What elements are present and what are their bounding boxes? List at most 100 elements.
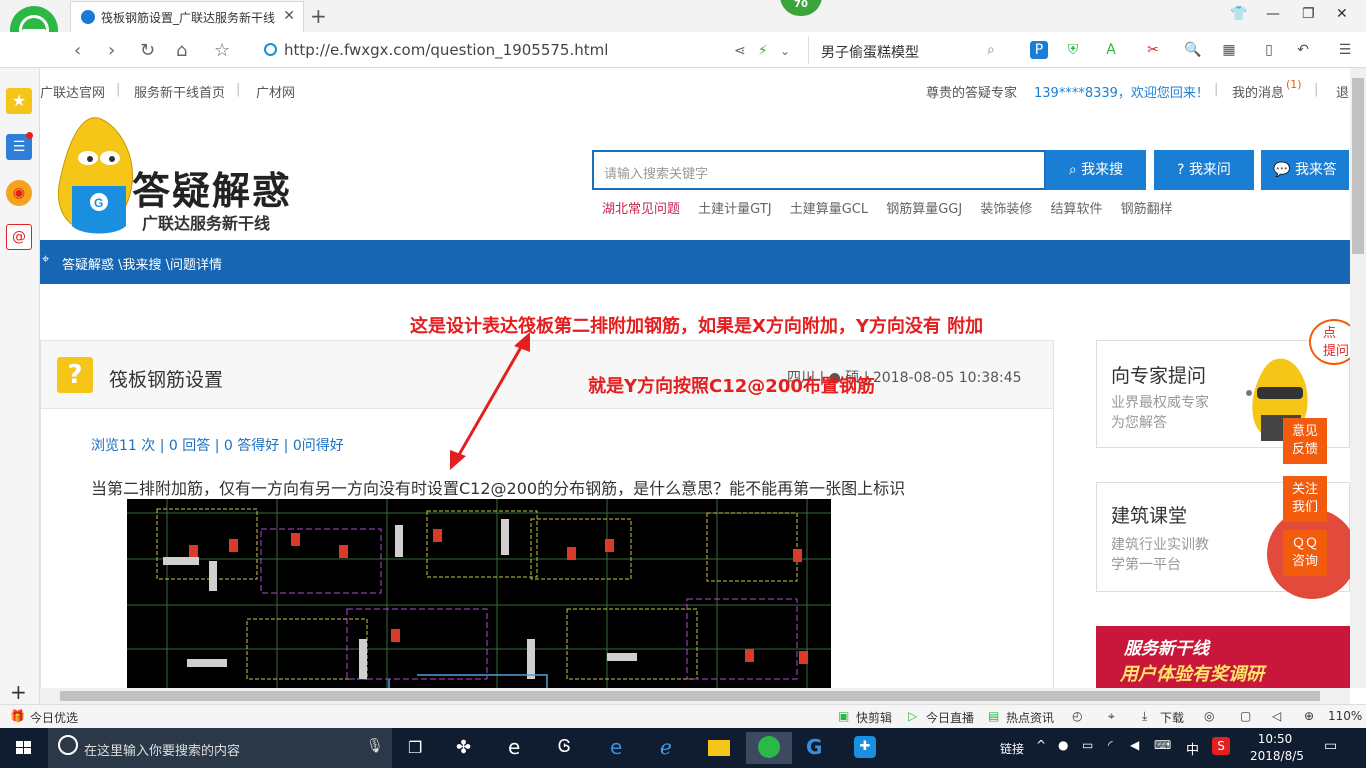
tab-active[interactable]: 筏板钢筋设置_广联达服务新干线 ✕ <box>70 1 304 32</box>
chevron-down-icon[interactable]: ⌄ <box>780 44 790 58</box>
status-item-download[interactable]: 下载 <box>1160 709 1184 726</box>
close-window-icon[interactable]: ✕ <box>1336 6 1348 22</box>
hot-link[interactable]: 钢筋翻样 <box>1121 202 1173 217</box>
apps-grid-icon[interactable]: ▦ <box>1220 41 1238 59</box>
site-logo[interactable]: G 答疑解惑 广联达服务新干线 <box>48 114 298 236</box>
tray-chevron-icon[interactable]: ^ <box>1036 738 1046 752</box>
hot-link[interactable]: 装饰装修 <box>980 202 1032 217</box>
link-material-net[interactable]: 广材网 <box>256 82 295 101</box>
window-icon[interactable]: ▢ <box>1240 709 1251 723</box>
back-icon[interactable]: ‹ <box>74 40 81 61</box>
zoom-icon[interactable]: ⊕ <box>1304 709 1314 723</box>
zoom-level[interactable]: 110% <box>1328 709 1362 723</box>
cleanup-icon[interactable]: ◎ <box>1204 709 1214 723</box>
logout-link[interactable]: 退 <box>1336 82 1349 101</box>
refresh-icon[interactable]: ↻ <box>140 40 155 61</box>
mail-icon[interactable]: @ <box>6 224 32 250</box>
cad-drawing-image[interactable] <box>127 499 831 688</box>
menu-icon[interactable]: ☰ <box>1336 41 1354 59</box>
forward-icon[interactable]: › <box>108 40 115 61</box>
speed-icon[interactable]: ◴ <box>1072 709 1082 723</box>
scissors-icon[interactable]: ✂ <box>1144 41 1162 59</box>
sidebar-add-icon[interactable]: + <box>10 680 27 704</box>
taskbar-clock[interactable]: 10:50 2018/8/5 <box>1250 731 1304 765</box>
g-app-icon[interactable]: G <box>796 732 836 764</box>
search-button[interactable]: ⌕ 我来搜 <box>1046 150 1146 190</box>
internet-explorer-icon[interactable]: ℯ <box>650 732 690 764</box>
qq-consult-button[interactable]: ＱＱ 咨询 <box>1283 530 1327 576</box>
link-service-home[interactable]: 服务新干线首页 <box>134 82 225 101</box>
shield-icon[interactable]: ⛨ <box>1064 41 1082 59</box>
keyboard-icon[interactable]: ⌨ <box>1154 738 1171 752</box>
new-tab-icon[interactable]: + <box>310 4 327 28</box>
share-icon[interactable]: ⋖ <box>734 43 746 59</box>
survey-banner[interactable]: 服务新干线 用户体验有奖调研 <box>1096 626 1350 688</box>
task-view-icon[interactable]: ❐ <box>396 732 436 764</box>
windows-taskbar: 在这里输入你要搜索的内容 🎙 ❐ ✤ e Ꮆ e ℯ G ✚ 链接 ^ ● ▭ … <box>0 728 1366 768</box>
vertical-scroll-thumb[interactable] <box>1352 78 1364 254</box>
start-button[interactable] <box>0 728 48 768</box>
status-item-news[interactable]: 热点资讯 <box>1006 709 1054 726</box>
hot-link[interactable]: 钢筋算量GGJ <box>886 202 962 217</box>
hot-link[interactable]: 湖北常见问题 <box>602 202 680 217</box>
home-icon[interactable]: ⌂ <box>176 40 187 61</box>
horizontal-scroll-thumb[interactable] <box>60 691 1320 701</box>
hot-link[interactable]: 土建计量GTJ <box>698 202 771 217</box>
plus-app-icon[interactable]: ✚ <box>846 732 886 764</box>
hot-link[interactable]: 土建算量GCL <box>790 202 868 217</box>
follow-us-button[interactable]: 关注 我们 <box>1283 476 1327 522</box>
taskbar-search-box[interactable]: 在这里输入你要搜索的内容 🎙 <box>48 728 392 768</box>
favorite-star-icon[interactable]: ☆ <box>214 40 230 61</box>
edge-icon[interactable]: e <box>600 732 640 764</box>
battery-icon[interactable]: ▭ <box>1082 738 1093 752</box>
spiral-app-icon[interactable]: Ꮆ <box>548 732 588 764</box>
restore-icon[interactable]: ❐ <box>1302 6 1315 22</box>
answer-button[interactable]: 💬 我来答 <box>1261 150 1349 190</box>
ie-e-icon[interactable]: e <box>498 732 538 764</box>
minimize-icon[interactable]: — <box>1266 6 1280 22</box>
weibo-icon[interactable]: ◉ <box>6 180 32 206</box>
score-badge[interactable]: 70 <box>780 0 822 16</box>
volume-icon[interactable]: ◀ <box>1130 738 1139 752</box>
fan-app-icon[interactable]: ✤ <box>446 732 486 764</box>
feedback-button[interactable]: 意见 反馈 <box>1283 418 1327 464</box>
breadcrumb[interactable]: 答疑解惑 \我来搜 \问题详情 <box>62 254 222 273</box>
translate-icon[interactable]: A <box>1102 41 1120 59</box>
ask-button[interactable]: ? 我来问 <box>1154 150 1254 190</box>
vertical-scrollbar[interactable] <box>1350 68 1366 688</box>
microphone-icon[interactable]: 🎙 <box>366 738 384 754</box>
user-greeting[interactable]: 139****8339，欢迎您回来！ <box>1034 82 1209 101</box>
ip-tool-icon[interactable]: P <box>1030 41 1048 59</box>
my-messages-link[interactable]: 我的消息 <box>1232 82 1284 101</box>
file-explorer-icon[interactable] <box>700 732 740 764</box>
tray-links[interactable]: 链接 <box>1000 740 1024 757</box>
status-item-live[interactable]: 今日直播 <box>926 709 974 726</box>
ime-indicator[interactable]: 中 <box>1186 739 1199 758</box>
site-search-input[interactable]: 请输入搜索关键字 <box>592 150 1046 190</box>
breadcrumb-bar: ⌖ 答疑解惑 \我来搜 \问题详情 <box>40 240 1350 284</box>
browser-taskbar-icon[interactable] <box>746 732 792 764</box>
wifi-icon[interactable]: ◜ <box>1108 738 1113 752</box>
mute-icon[interactable]: ◁ <box>1272 709 1281 723</box>
nav-divider: | <box>1314 82 1319 97</box>
tray-person-icon[interactable]: ● <box>1058 738 1068 752</box>
url-field[interactable]: http://e.fwxgx.com/question_1905575.html <box>284 41 608 59</box>
favorites-star-icon[interactable]: ★ <box>6 88 32 114</box>
shirt-icon[interactable]: 👕 <box>1230 6 1247 22</box>
sogou-ime-icon[interactable]: S <box>1212 737 1230 755</box>
link-glodon-official[interactable]: 广联达官网 <box>40 82 105 101</box>
tab-close-icon[interactable]: ✕ <box>283 8 295 24</box>
browser-search-input[interactable]: 男子偷蛋糕模型 ⌕ <box>808 36 1008 64</box>
lightning-icon[interactable]: ⚡ <box>758 43 768 59</box>
phone-icon[interactable]: ▯ <box>1260 41 1278 59</box>
notification-center-icon[interactable]: ▭ <box>1324 738 1337 754</box>
hot-link[interactable]: 结算软件 <box>1051 202 1103 217</box>
ask-bubble[interactable]: 点 提问 <box>1309 319 1350 365</box>
status-item-clip[interactable]: 快剪辑 <box>856 709 892 726</box>
search-icon[interactable]: ⌕ <box>987 42 995 58</box>
horizontal-scrollbar[interactable] <box>40 688 1350 704</box>
status-today-picks[interactable]: 今日优选 <box>30 709 78 726</box>
undo-icon[interactable]: ↶ <box>1294 41 1312 59</box>
pin-icon[interactable]: ⌖ <box>1108 709 1115 724</box>
magnifier-icon[interactable]: 🔍 <box>1184 41 1202 59</box>
